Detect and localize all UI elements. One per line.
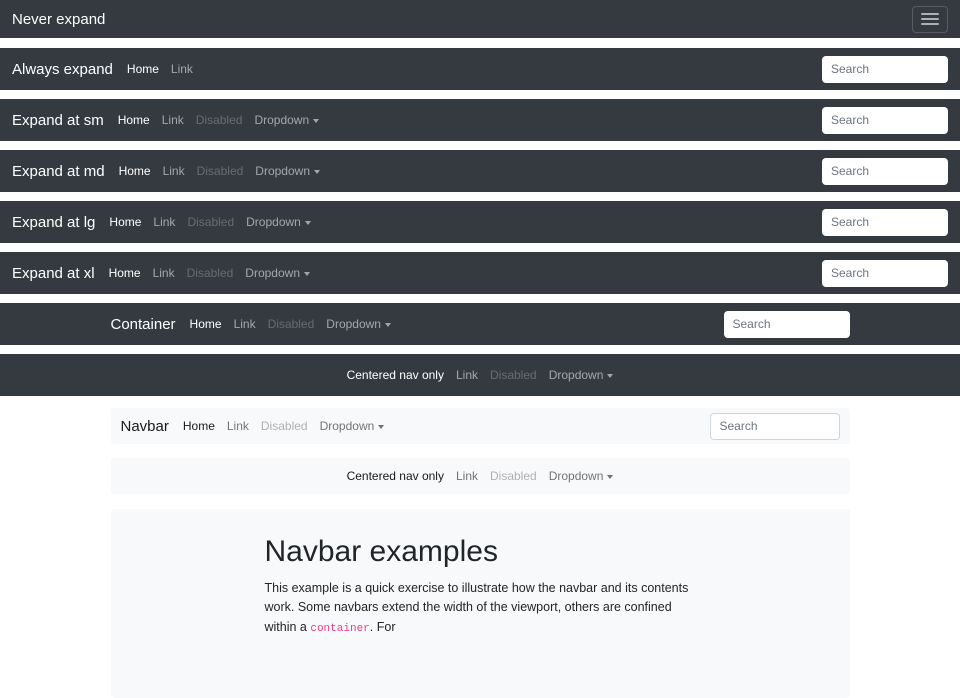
search-input[interactable] <box>822 158 948 185</box>
hamburger-menu-icon <box>921 13 939 15</box>
navbar-brand-always-expand[interactable]: Always expand <box>12 61 113 78</box>
search-input[interactable] <box>822 56 948 83</box>
nav-item-dropdown[interactable]: Dropdown <box>239 266 316 280</box>
search-input[interactable] <box>822 107 948 134</box>
nav-item-centered-nav-only[interactable]: Centered nav only <box>341 368 450 382</box>
nav-item-link[interactable]: Link <box>165 62 199 76</box>
nav-item-home[interactable]: Home <box>113 164 157 178</box>
chevron-down-icon <box>305 221 311 225</box>
navbar-nav: Home Link Disabled Dropdown <box>184 317 397 331</box>
nav-item-home[interactable]: Home <box>103 215 147 229</box>
navbar-expand-at-lg: Expand at lg Home Link Disabled Dropdown <box>0 201 960 243</box>
nav-item-link[interactable]: Link <box>450 368 484 382</box>
search-input[interactable] <box>822 260 948 287</box>
nav-item-link[interactable]: Link <box>157 164 191 178</box>
navbar-never-expand: Never expand <box>0 0 960 38</box>
navbar-nav: Home Link Disabled Dropdown <box>177 419 390 433</box>
navbar-expand-at-md: Expand at md Home Link Disabled Dropdown <box>0 150 960 192</box>
jumbotron: Navbar examples This example is a quick … <box>111 509 850 698</box>
search-input[interactable] <box>710 413 840 440</box>
navbar-centered-light: Centered nav only Link Disabled Dropdown <box>111 458 850 494</box>
navbar-container-inner: Container Home Link Disabled Dropdown <box>111 311 850 338</box>
nav-item-disabled: Disabled <box>484 368 543 382</box>
search-input[interactable] <box>822 209 948 236</box>
nav-item-dropdown[interactable]: Dropdown <box>248 113 325 127</box>
nav-item-home[interactable]: Home <box>103 266 147 280</box>
navbar-expand-at-sm: Expand at sm Home Link Disabled Dropdown <box>0 99 960 141</box>
nav-item-centered-nav-only[interactable]: Centered nav only <box>341 469 450 483</box>
chevron-down-icon <box>378 425 384 429</box>
intro-paragraph: This example is a quick exercise to illu… <box>265 579 707 638</box>
navbar-light: Navbar Home Link Disabled Dropdown <box>111 408 850 444</box>
nav-item-link[interactable]: Link <box>147 215 181 229</box>
navbar-always-expand: Always expand Home Link <box>0 48 960 90</box>
nav-item-dropdown[interactable]: Dropdown <box>543 368 620 382</box>
chevron-down-icon <box>385 323 391 327</box>
nav-item-disabled: Disabled <box>255 419 314 433</box>
nav-item-link[interactable]: Link <box>221 419 255 433</box>
nav-item-disabled: Disabled <box>181 215 240 229</box>
page-title: Navbar examples <box>265 535 804 569</box>
nav-item-dropdown[interactable]: Dropdown <box>314 419 391 433</box>
nav-item-home[interactable]: Home <box>184 317 228 331</box>
nav-item-disabled: Disabled <box>190 113 249 127</box>
nav-item-link[interactable]: Link <box>228 317 262 331</box>
nav-item-home[interactable]: Home <box>121 62 165 76</box>
navbar-brand-container[interactable]: Container <box>111 316 176 333</box>
navbar-centered-dark: Centered nav only Link Disabled Dropdown <box>0 354 960 396</box>
search-input[interactable] <box>724 311 850 338</box>
navbar-brand-never-expand[interactable]: Never expand <box>12 11 105 28</box>
chevron-down-icon <box>607 374 613 378</box>
nav-item-disabled: Disabled <box>262 317 321 331</box>
nav-item-dropdown[interactable]: Dropdown <box>320 317 397 331</box>
navbar-nav: Home Link <box>121 62 199 76</box>
navbar-nav: Home Link Disabled Dropdown <box>103 215 316 229</box>
chevron-down-icon <box>304 272 310 276</box>
navbar-nav: Home Link Disabled Dropdown <box>103 266 316 280</box>
navbar-nav-centered: Centered nav only Link Disabled Dropdown <box>341 368 620 382</box>
chevron-down-icon <box>607 475 613 479</box>
navbar-toggler-button[interactable] <box>912 6 948 33</box>
nav-item-home[interactable]: Home <box>177 419 221 433</box>
nav-item-disabled: Disabled <box>191 164 250 178</box>
chevron-down-icon <box>314 170 320 174</box>
nav-item-link[interactable]: Link <box>147 266 181 280</box>
navbar-brand-expand-md[interactable]: Expand at md <box>12 163 105 180</box>
chevron-down-icon <box>313 119 319 123</box>
navbar-nav-centered: Centered nav only Link Disabled Dropdown <box>341 469 620 483</box>
nav-item-dropdown[interactable]: Dropdown <box>543 469 620 483</box>
navbar-nav: Home Link Disabled Dropdown <box>112 113 325 127</box>
nav-item-dropdown[interactable]: Dropdown <box>240 215 317 229</box>
nav-item-home[interactable]: Home <box>112 113 156 127</box>
navbar-brand-expand-lg[interactable]: Expand at lg <box>12 214 95 231</box>
navbar-brand-expand-xl[interactable]: Expand at xl <box>12 265 95 282</box>
nav-item-disabled: Disabled <box>484 469 543 483</box>
inline-code-container: container <box>310 623 369 635</box>
navbar-nav: Home Link Disabled Dropdown <box>113 164 326 178</box>
navbar-brand-expand-sm[interactable]: Expand at sm <box>12 112 104 129</box>
nav-item-link[interactable]: Link <box>156 113 190 127</box>
nav-item-dropdown[interactable]: Dropdown <box>249 164 326 178</box>
navbar-expand-at-xl: Expand at xl Home Link Disabled Dropdown <box>0 252 960 294</box>
navbar-container: Container Home Link Disabled Dropdown <box>0 303 960 345</box>
nav-item-link[interactable]: Link <box>450 469 484 483</box>
navbar-brand-light[interactable]: Navbar <box>121 418 169 435</box>
nav-item-disabled: Disabled <box>181 266 240 280</box>
